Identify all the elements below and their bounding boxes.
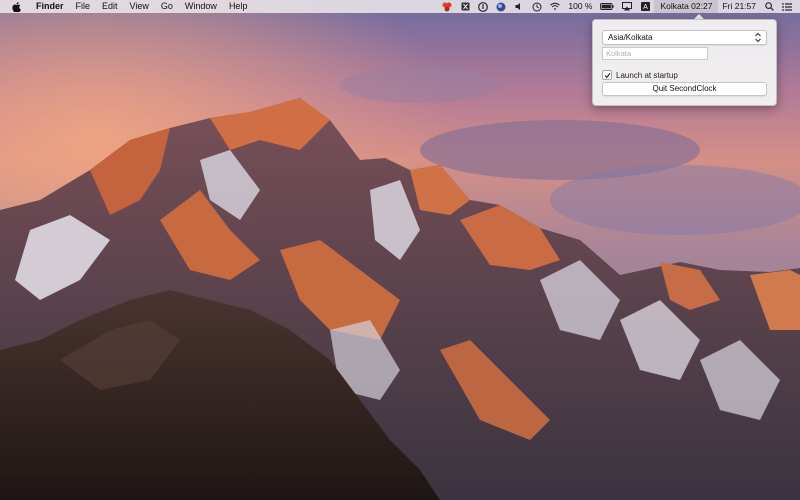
timezone-select[interactable]: Asia/Kolkata [602, 30, 767, 45]
battery-percentage[interactable]: 100 % [564, 0, 596, 13]
launch-at-startup-row[interactable]: Launch at startup [602, 70, 678, 80]
menu-view[interactable]: View [124, 0, 155, 13]
battery-icon[interactable] [600, 2, 615, 12]
airplay-icon[interactable] [622, 2, 633, 12]
svg-text:A: A [643, 4, 648, 11]
clock-label-input[interactable] [602, 47, 708, 60]
volume-icon[interactable] [514, 2, 524, 12]
menu-app-name[interactable]: Finder [30, 0, 70, 13]
menu-window[interactable]: Window [179, 0, 223, 13]
select-chevron-icon [755, 32, 761, 43]
second-clock-popover: Asia/Kolkata Launch at startup Quit Seco… [592, 19, 777, 106]
checkmark-icon [604, 72, 610, 78]
second-clock-menu-item[interactable]: Kolkata 02:27 [654, 0, 719, 13]
globe-app-icon[interactable] [496, 2, 506, 12]
notification-center-icon[interactable] [782, 2, 792, 12]
timezone-selected-value: Asia/Kolkata [608, 33, 653, 42]
datetime-display[interactable]: Fri 21:57 [718, 0, 760, 13]
wifi-icon[interactable] [550, 2, 561, 12]
menu-file[interactable]: File [70, 0, 97, 13]
input-source-icon[interactable]: A [640, 2, 650, 12]
time-machine-icon[interactable] [532, 2, 542, 12]
menu-bar: Finder File Edit View Go Window Help 100… [0, 0, 800, 13]
menu-go[interactable]: Go [155, 0, 179, 13]
launch-at-startup-checkbox[interactable] [602, 70, 612, 80]
menu-help[interactable]: Help [223, 0, 254, 13]
launch-at-startup-label: Launch at startup [616, 70, 678, 80]
apple-icon[interactable] [10, 0, 22, 13]
info-icon[interactable] [478, 1, 489, 12]
colorful-app-icon[interactable] [442, 2, 452, 12]
menu-edit[interactable]: Edit [96, 0, 124, 13]
spotlight-search-icon[interactable] [764, 2, 774, 12]
quit-button[interactable]: Quit SecondClock [602, 82, 767, 96]
tools-app-icon[interactable] [460, 2, 470, 12]
